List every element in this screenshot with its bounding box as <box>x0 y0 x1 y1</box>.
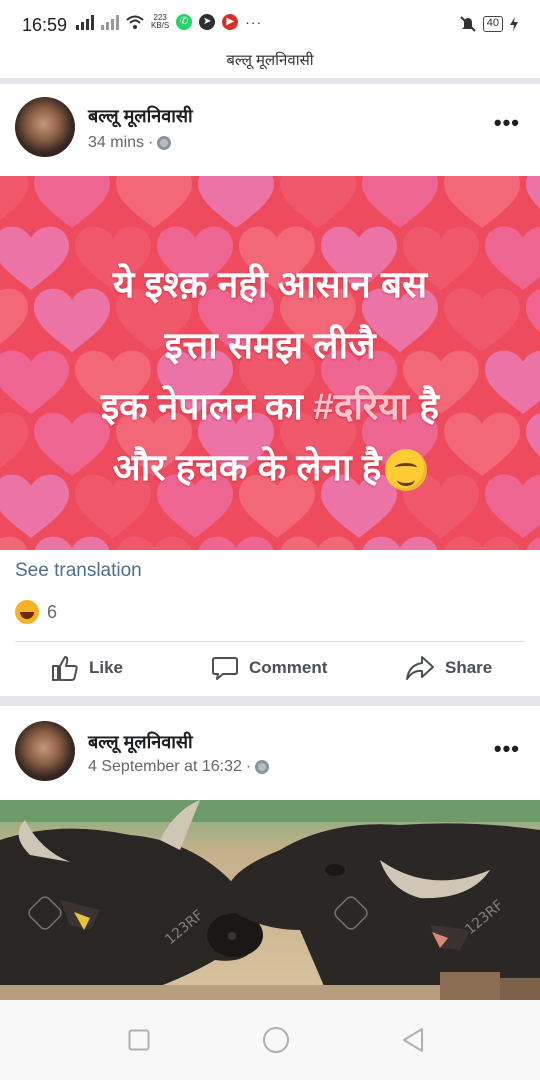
heart-decoration <box>0 176 28 228</box>
image-text-line2: इत्ता समझ लीजै <box>164 325 376 366</box>
reactions-summary[interactable]: 6 <box>15 600 57 624</box>
net-speed: 223 KB/S <box>151 14 169 30</box>
post-options-button[interactable]: ••• <box>494 110 520 136</box>
status-icons: 223 KB/S ✆ ➤ ▶ ··· <box>76 14 262 30</box>
home-nav-icon <box>263 1027 289 1053</box>
post-image[interactable]: 123RF 123RF <box>0 800 540 1000</box>
image-text-line4: और हचक के लेना है <box>0 437 540 498</box>
image-text-line1: ये इश्क़ नही आसान बस <box>112 264 428 305</box>
more-notifications-icon: ··· <box>245 14 263 30</box>
heart-decoration <box>198 536 274 550</box>
image-text-line3: इक नेपालन का #दरिया है <box>0 376 540 437</box>
heart-decoration <box>526 176 540 228</box>
heart-decoration <box>444 536 520 550</box>
youtube-icon: ▶ <box>222 14 239 30</box>
globe-icon <box>157 136 172 150</box>
mute-icon <box>460 16 476 32</box>
buffalo-photo: 123RF 123RF <box>0 800 540 1000</box>
battery-icon: 40 <box>482 16 503 32</box>
signal-icon-secondary <box>101 14 119 30</box>
post-author[interactable]: बल्लू मूलनिवासी <box>88 104 193 128</box>
post-time[interactable]: 4 September at 16:32 <box>88 758 242 776</box>
heart-decoration <box>280 176 356 228</box>
share-label: Share <box>445 658 493 677</box>
see-translation-link[interactable]: See translation <box>15 560 142 582</box>
like-button[interactable]: Like <box>51 654 123 682</box>
recents-button[interactable] <box>122 1023 156 1057</box>
post-image[interactable]: ये इश्क़ नही आसान बस इत्ता समझ लीजै इक न… <box>0 176 540 550</box>
heart-decoration <box>34 176 110 228</box>
square-nav-icon <box>128 1029 150 1051</box>
net-speed-unit: KB/S <box>151 21 170 30</box>
charging-icon <box>510 17 518 31</box>
post-options-button[interactable]: ••• <box>494 736 520 762</box>
hashtag-link: #दरिया <box>313 386 410 427</box>
meta-separator: · <box>148 134 154 151</box>
heart-decoration <box>280 536 356 550</box>
comment-icon <box>212 657 238 680</box>
yum-emoji-icon <box>385 449 428 492</box>
back-nav-icon <box>403 1028 423 1052</box>
post-action-bar: Like Comment Share <box>15 641 525 696</box>
reaction-count: 6 <box>47 601 58 622</box>
back-button[interactable] <box>396 1023 430 1057</box>
post-author[interactable]: बल्लू मूलनिवासी <box>88 730 193 754</box>
whatsapp-icon: ✆ <box>176 14 193 30</box>
status-bar: 16:59 223 KB/S ✆ ➤ ▶ ··· 40 <box>0 0 540 50</box>
status-right: 40 <box>460 16 518 32</box>
post-meta: 4 September at 16:32 · <box>88 758 270 776</box>
wifi-icon <box>126 15 144 29</box>
post-meta: 34 mins · <box>88 134 172 152</box>
image-text-line4-text: और हचक के लेना है <box>112 447 382 488</box>
post-divider <box>0 696 540 706</box>
heart-decoration <box>444 176 520 228</box>
like-label: Like <box>89 658 124 677</box>
android-nav-bar <box>0 1000 540 1080</box>
image-text-line3-end: है <box>409 386 440 427</box>
share-button[interactable]: Share <box>405 654 492 682</box>
post: बल्लू मूलनिवासी 4 September at 16:32 · •… <box>0 706 540 800</box>
page-title: बल्लू मूलनिवासी <box>226 52 314 69</box>
avatar[interactable] <box>15 97 75 157</box>
heart-decoration <box>526 536 540 550</box>
avatar[interactable] <box>15 721 75 781</box>
signal-icon <box>76 14 94 30</box>
heart-decoration <box>116 176 192 228</box>
post-time[interactable]: 34 mins <box>88 134 144 152</box>
heart-decoration <box>0 536 28 550</box>
telegram-icon: ➤ <box>199 14 216 30</box>
home-button[interactable] <box>259 1023 293 1057</box>
meta-separator: · <box>245 758 252 775</box>
heart-decoration <box>362 176 438 228</box>
status-time: 16:59 <box>22 15 68 35</box>
like-icon <box>52 656 78 681</box>
globe-icon <box>255 760 270 774</box>
comment-button[interactable]: Comment <box>211 654 327 682</box>
heart-decoration <box>116 536 192 550</box>
haha-icon <box>15 600 39 624</box>
image-text-line3-start: इक नेपालन का <box>100 386 314 427</box>
image-text: ये इश्क़ नही आसान बस इत्ता समझ लीजै इक न… <box>0 254 540 498</box>
heart-decoration <box>34 536 110 550</box>
heart-decoration <box>362 536 438 550</box>
comment-label: Comment <box>249 658 328 677</box>
heart-decoration <box>198 176 274 228</box>
share-icon <box>406 656 434 680</box>
